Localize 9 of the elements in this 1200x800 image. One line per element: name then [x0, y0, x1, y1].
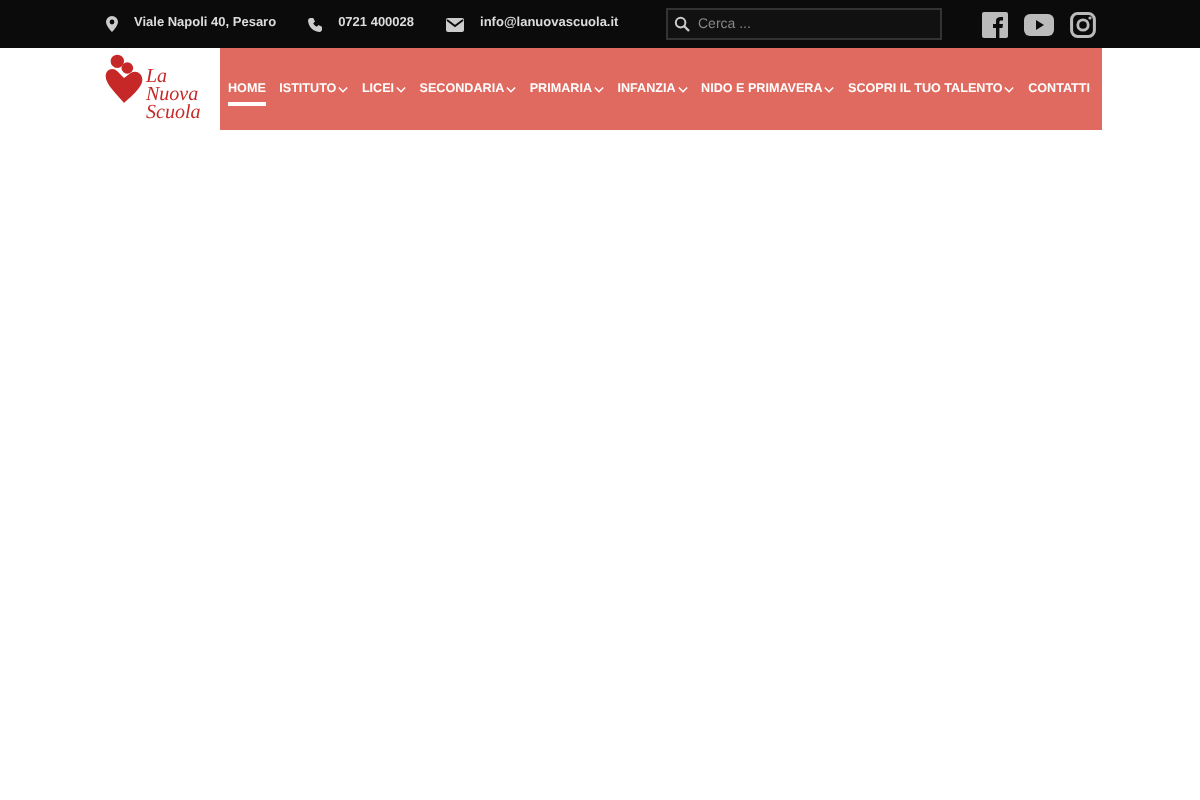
logo-text: Scuola — [146, 104, 201, 122]
logo-text: La — [146, 68, 168, 86]
video-play-icon — [1024, 13, 1054, 35]
phone-icon — [308, 17, 323, 31]
camera-icon — [1070, 11, 1096, 37]
location-pin-icon — [106, 16, 118, 32]
envelope-icon — [446, 17, 465, 31]
facebook-icon — [982, 11, 1008, 37]
logo-text: Nuova — [146, 86, 199, 104]
